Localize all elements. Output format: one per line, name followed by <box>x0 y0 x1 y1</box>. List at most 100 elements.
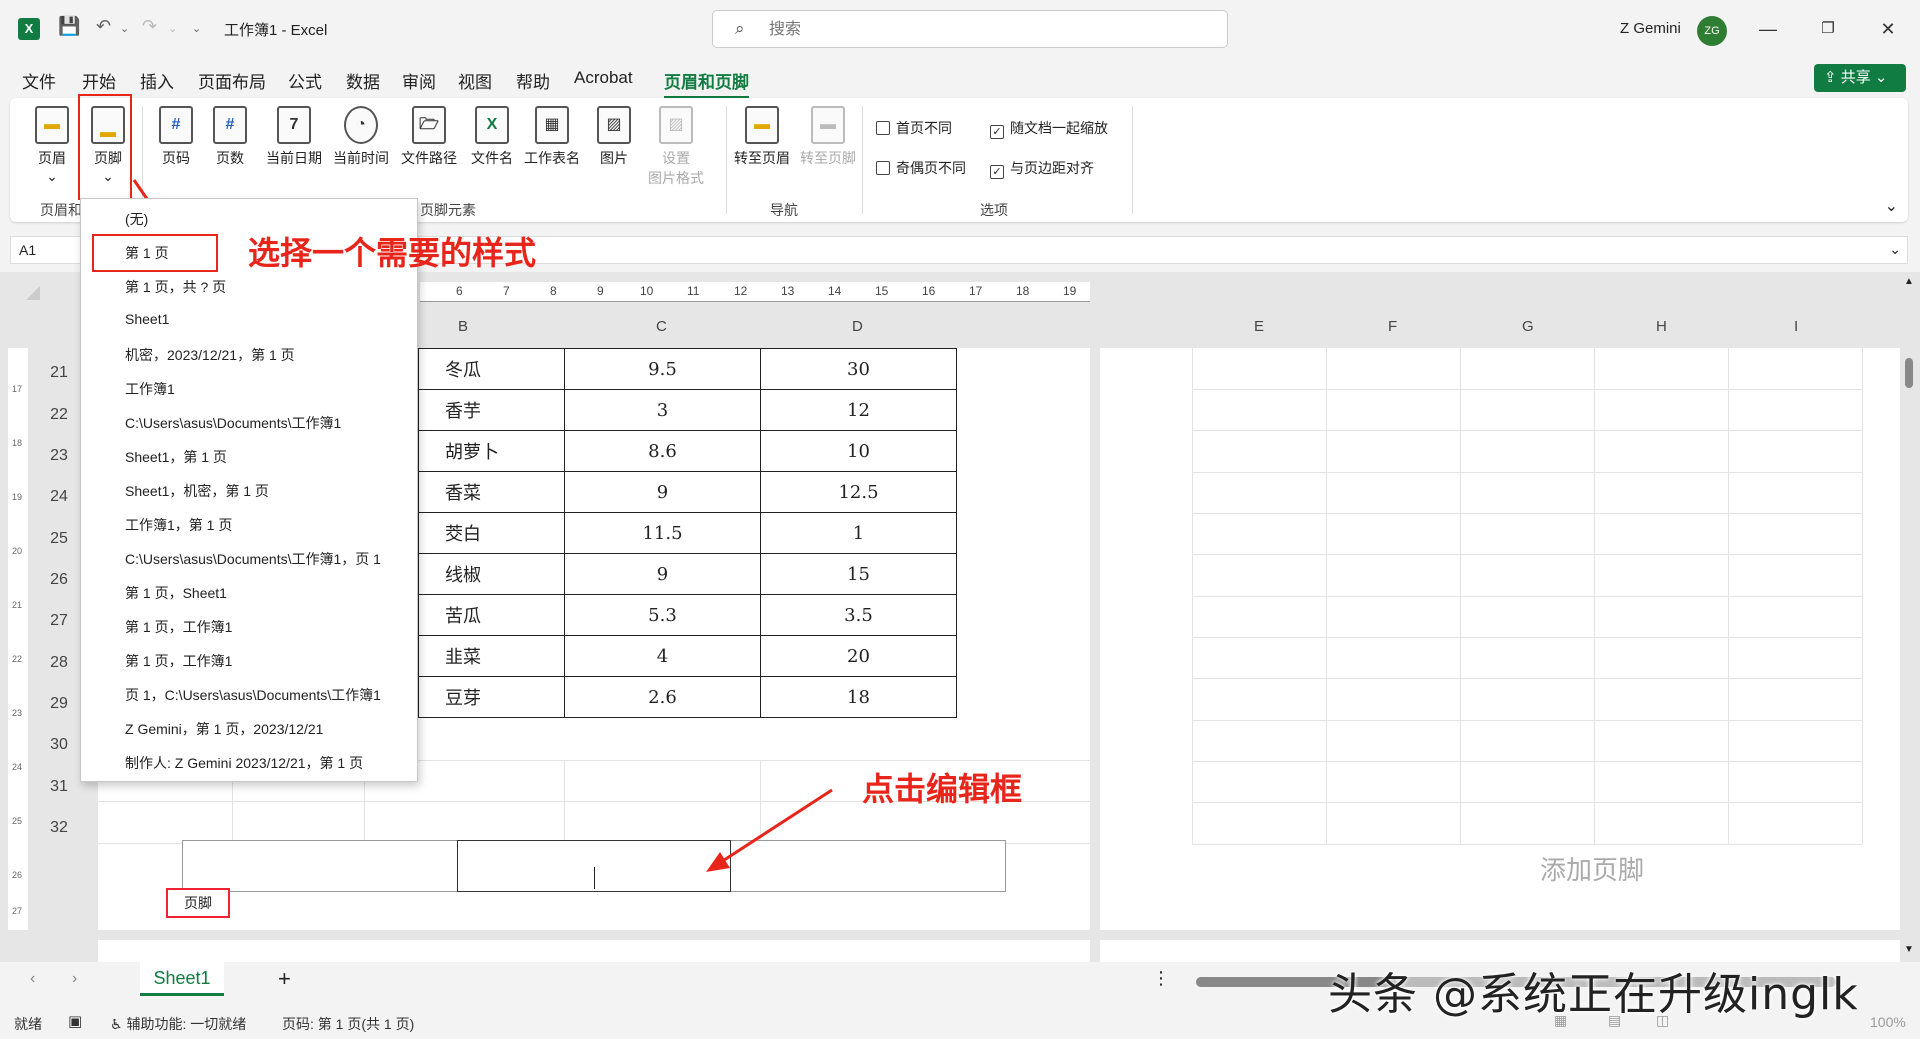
scroll-up-icon[interactable]: ▲ <box>1904 276 1914 287</box>
table-cell[interactable]: 9 <box>564 471 761 513</box>
add-sheet-icon[interactable]: + <box>278 966 291 992</box>
table-cell[interactable]: 3 <box>564 389 761 431</box>
table-cell[interactable]: 12.5 <box>760 471 957 513</box>
expand-formula-icon[interactable]: ⌄ <box>1889 241 1901 258</box>
sheet-tab-sheet1[interactable]: Sheet1 <box>140 962 224 996</box>
tab-insert[interactable]: 插入 <box>140 68 174 93</box>
dropdown-item[interactable]: 机密，2023/12/21，第 1 页 <box>125 345 295 365</box>
dropdown-item[interactable]: C:\Users\asus\Documents\工作簿1，页 1 <box>125 549 381 569</box>
search-box[interactable]: ⌕ <box>712 10 1228 48</box>
row-number[interactable]: 30 <box>44 736 74 754</box>
table-cell[interactable]: 香芋 <box>418 389 565 431</box>
table-cell[interactable]: 11.5 <box>564 512 761 554</box>
column-header-h[interactable]: H <box>1656 318 1667 335</box>
table-cell[interactable]: 冬瓜 <box>418 348 565 390</box>
dropdown-item[interactable]: 第 1 页，工作簿1 <box>125 617 232 637</box>
sheet-name-button[interactable]: ▦ 工作表名 <box>520 106 584 168</box>
table-cell[interactable]: 20 <box>760 635 957 677</box>
table-cell[interactable]: 胡萝卜 <box>418 430 565 472</box>
scale-with-document-checkbox[interactable]: ✓ 随文档一起缩放 <box>990 118 1108 139</box>
avatar[interactable]: ZG <box>1697 16 1727 46</box>
dropdown-item[interactable]: 页 1，C:\Users\asus\Documents\工作簿1 <box>125 685 381 705</box>
table-cell[interactable]: 15 <box>760 553 957 595</box>
select-all-icon[interactable] <box>26 286 40 300</box>
row-number[interactable]: 23 <box>44 447 74 465</box>
first-page-different-checkbox[interactable]: 首页不同 <box>876 118 952 138</box>
column-header-d[interactable]: D <box>852 318 863 335</box>
file-path-button[interactable]: 🗁 文件路径 <box>396 106 462 168</box>
format-picture-button[interactable]: ▨ 设置 图片格式 <box>634 106 718 188</box>
macro-record-icon[interactable]: ▣ <box>68 1012 82 1030</box>
zoom-level[interactable]: 100% <box>1870 1014 1906 1030</box>
column-header-f[interactable]: F <box>1388 318 1397 335</box>
restore-icon[interactable]: ❐ <box>1810 14 1846 44</box>
current-date-button[interactable]: 7 当前日期 <box>262 106 326 168</box>
tab-help[interactable]: 帮助 <box>516 68 550 93</box>
tab-page-layout[interactable]: 页面布局 <box>198 68 266 93</box>
collapse-ribbon-icon[interactable]: ⌄ <box>1885 196 1898 216</box>
dropdown-item[interactable]: Sheet1，第 1 页 <box>125 447 227 467</box>
dropdown-item[interactable]: 第 1 页，工作簿1 <box>125 651 232 671</box>
row-number[interactable]: 21 <box>44 364 74 382</box>
column-header-e[interactable]: E <box>1254 318 1264 335</box>
table-cell[interactable]: 3.5 <box>760 594 957 636</box>
table-cell[interactable]: 12 <box>760 389 957 431</box>
header-button[interactable]: ▬ 页眉 ⌄ <box>24 106 80 185</box>
undo-icon[interactable]: ↶ <box>96 16 111 37</box>
dropdown-item[interactable]: Sheet1，机密，第 1 页 <box>125 481 269 501</box>
table-cell[interactable]: 2.6 <box>564 676 761 718</box>
dropdown-item[interactable]: C:\Users\asus\Documents\工作簿1 <box>125 413 341 433</box>
row-number[interactable]: 27 <box>44 612 74 630</box>
prev-sheet-icon[interactable]: ‹ <box>30 970 35 988</box>
column-header-c[interactable]: C <box>656 318 667 335</box>
row-number[interactable]: 26 <box>44 571 74 589</box>
scroll-thumb[interactable] <box>1905 358 1913 388</box>
tab-data[interactable]: 数据 <box>346 68 380 93</box>
dropdown-item[interactable]: Sheet1 <box>125 311 169 327</box>
footer-left-section[interactable] <box>183 840 457 892</box>
dropdown-item[interactable]: 第 1 页，共 ? 页 <box>125 277 226 297</box>
close-icon[interactable]: ✕ <box>1870 14 1906 44</box>
table-cell[interactable]: 线椒 <box>418 553 565 595</box>
column-header-i[interactable]: I <box>1794 318 1798 335</box>
tab-acrobat[interactable]: Acrobat <box>574 68 633 88</box>
tab-view[interactable]: 视图 <box>458 68 492 93</box>
row-number[interactable]: 24 <box>44 488 74 506</box>
table-cell[interactable]: 4 <box>564 635 761 677</box>
next-sheet-icon[interactable]: › <box>72 970 77 988</box>
name-box[interactable]: A1 <box>10 236 82 264</box>
page-2[interactable] <box>1100 348 1900 930</box>
row-number[interactable]: 29 <box>44 695 74 713</box>
dropdown-item[interactable]: (无) <box>125 209 148 229</box>
row-number[interactable]: 22 <box>44 406 74 424</box>
dropdown-item[interactable]: Z Gemini，第 1 页，2023/12/21 <box>125 719 323 739</box>
align-margins-checkbox[interactable]: ✓ 与页边距对齐 <box>990 158 1094 179</box>
tab-formulas[interactable]: 公式 <box>288 68 322 93</box>
dropdown-item[interactable]: 工作簿1 <box>125 379 175 399</box>
minimize-icon[interactable]: — <box>1750 14 1786 44</box>
more-options-icon[interactable]: ⋮ <box>1152 968 1170 989</box>
footer-center-section[interactable] <box>457 840 731 892</box>
odd-even-different-checkbox[interactable]: 奇偶页不同 <box>876 158 966 178</box>
row-number[interactable]: 28 <box>44 654 74 672</box>
file-name-button[interactable]: X 文件名 <box>464 106 520 168</box>
table-cell[interactable]: 苦瓜 <box>418 594 565 636</box>
page-count-button[interactable]: # 页数 <box>202 106 258 168</box>
save-icon[interactable]: 💾 <box>58 16 80 37</box>
row-number[interactable]: 25 <box>44 530 74 548</box>
table-cell[interactable]: 9 <box>564 553 761 595</box>
add-footer-placeholder[interactable]: 添加页脚 <box>1540 850 1644 887</box>
goto-footer-button[interactable]: ▬ 转至页脚 <box>792 106 864 168</box>
tab-home[interactable]: 开始 <box>82 68 116 93</box>
share-button[interactable]: ⇪ 共享 ⌄ <box>1814 64 1906 92</box>
row-number[interactable]: 31 <box>44 778 74 796</box>
column-header-g[interactable]: G <box>1522 318 1534 335</box>
tab-file[interactable]: 文件 <box>22 68 56 93</box>
table-cell[interactable]: 9.5 <box>564 348 761 390</box>
user-name[interactable]: Z Gemini <box>1620 20 1681 37</box>
table-cell[interactable]: 10 <box>760 430 957 472</box>
table-cell[interactable]: 18 <box>760 676 957 718</box>
dropdown-item[interactable]: 制作人: Z Gemini 2023/12/21，第 1 页 <box>125 753 363 773</box>
table-cell[interactable]: 8.6 <box>564 430 761 472</box>
table-cell[interactable]: 5.3 <box>564 594 761 636</box>
